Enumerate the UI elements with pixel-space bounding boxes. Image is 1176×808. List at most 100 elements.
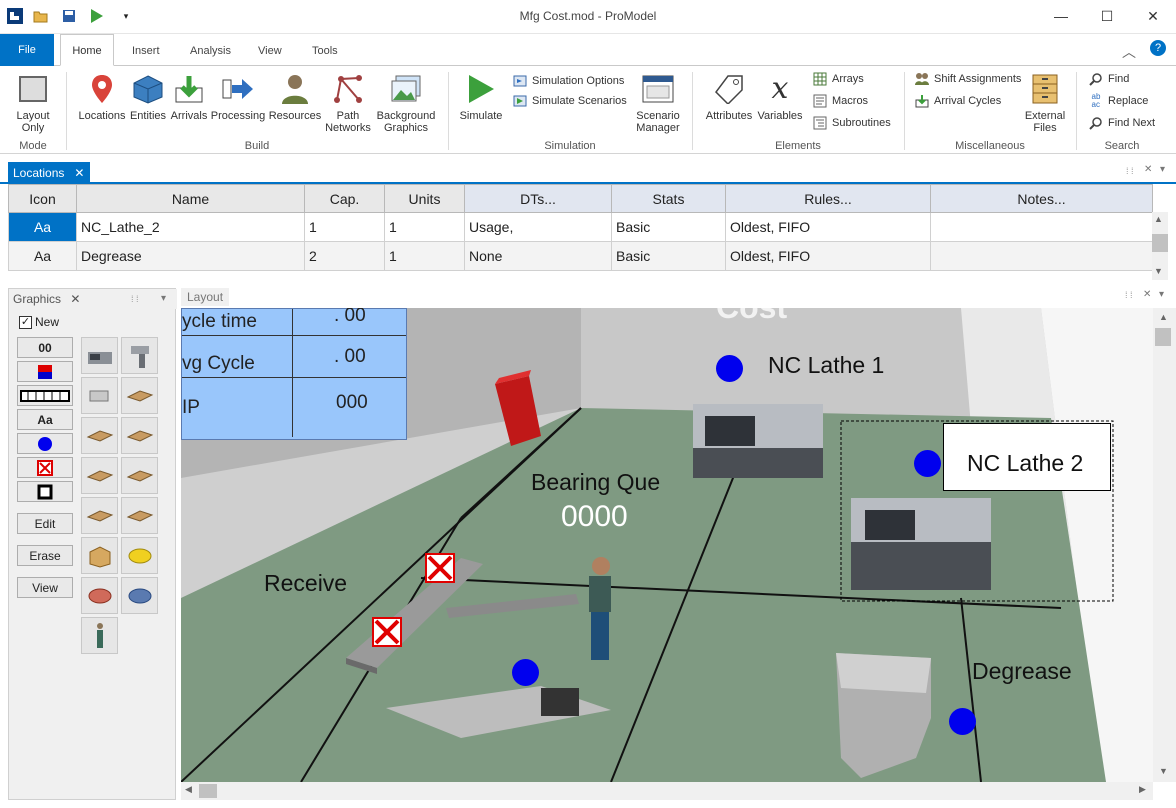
nc-lathe-2-label-box[interactable]: NC Lathe 2 <box>943 423 1111 491</box>
pallet-tile[interactable] <box>81 497 118 534</box>
parts-tile[interactable] <box>81 377 118 414</box>
scroll-up-icon[interactable]: ▲ <box>1154 214 1163 224</box>
tab-locations[interactable]: Locations ✕ <box>8 162 91 184</box>
view-button[interactable]: View <box>17 577 73 598</box>
attributes-button[interactable]: Attributes <box>702 72 756 122</box>
find-button[interactable]: Find <box>1088 70 1129 88</box>
entities-button[interactable]: Entities <box>128 72 168 122</box>
scroll-down-icon[interactable]: ▼ <box>1159 766 1168 776</box>
location-cap-cell[interactable]: 2 <box>304 241 385 271</box>
gear-tile[interactable] <box>121 577 158 614</box>
pallet-tile[interactable] <box>121 377 158 414</box>
location-dts-cell[interactable]: Usage, <box>464 212 612 242</box>
lathe-tile[interactable] <box>121 337 158 374</box>
tab-home[interactable]: Home <box>60 34 114 66</box>
column-header-icon[interactable]: Icon <box>8 184 77 213</box>
label-tool-button[interactable]: Aa <box>17 409 73 430</box>
receive-label[interactable]: Receive <box>264 570 347 597</box>
location-cap-cell[interactable]: 1 <box>304 212 385 242</box>
stats-panel[interactable]: ycle time . 00 vg Cycle . 00 IP 000 <box>181 308 407 440</box>
column-header-dts[interactable]: DTs... <box>464 184 612 213</box>
layout-only-button[interactable]: Layout Only <box>10 72 56 134</box>
pallet-tile[interactable] <box>121 457 158 494</box>
close-icon[interactable]: ✕ <box>74 162 84 184</box>
pallet-tile[interactable] <box>81 457 118 494</box>
location-icon-cell[interactable]: Aa <box>8 212 77 242</box>
table-scrollbar[interactable]: ▲ ▼ <box>1152 212 1168 280</box>
nc-lathe-1-label[interactable]: NC Lathe 1 <box>768 352 884 379</box>
close-icon[interactable]: ✕ <box>1144 164 1152 175</box>
degrease-label[interactable]: Degrease <box>972 658 1072 685</box>
location-name-cell[interactable]: Degrease <box>76 241 305 271</box>
simulate-scenarios-button[interactable]: Simulate Scenarios <box>512 92 627 110</box>
arrays-button[interactable]: Arrays <box>812 70 864 88</box>
table-row[interactable]: Aa Degrease 2 1 None Basic Oldest, FIFO <box>8 241 1153 271</box>
location-units-cell[interactable]: 1 <box>384 241 465 271</box>
location-units-cell[interactable]: 1 <box>384 212 465 242</box>
simulation-options-button[interactable]: Simulation Options <box>512 72 624 90</box>
gauge-tool-button[interactable] <box>17 361 73 382</box>
nc-lathe-2-status-light[interactable] <box>914 450 941 477</box>
close-icon[interactable]: ✕ <box>1130 0 1176 32</box>
tab-tools[interactable]: Tools <box>302 42 348 66</box>
help-icon[interactable]: ? <box>1150 40 1166 56</box>
layout-canvas[interactable]: Cost ycle time . 00 vg Cycle . 00 IP 000… <box>181 308 1153 782</box>
edit-button[interactable]: Edit <box>17 513 73 534</box>
pin-icon[interactable]: ⁞ ⁞ <box>1126 166 1134 176</box>
status-light-tool-button[interactable] <box>17 433 73 454</box>
erase-button[interactable]: Erase <box>17 545 73 566</box>
column-header-name[interactable]: Name <box>76 184 305 213</box>
minimize-icon[interactable]: — <box>1038 0 1084 32</box>
close-icon[interactable]: ✕ <box>1143 289 1151 300</box>
shift-assignments-button[interactable]: Shift Assignments <box>914 70 1021 88</box>
processing-button[interactable]: Processing <box>210 72 266 122</box>
pin-icon[interactable]: ⁞ ⁞ <box>131 289 139 309</box>
column-header-cap[interactable]: Cap. <box>304 184 385 213</box>
pallet-tile[interactable] <box>81 417 118 454</box>
location-dts-cell[interactable]: None <box>464 241 612 271</box>
counter-tool-button[interactable]: 00 <box>17 337 73 358</box>
chevron-down-icon[interactable]: ▾ <box>1160 164 1165 175</box>
arrival-cycles-button[interactable]: Arrival Cycles <box>914 92 1001 110</box>
close-icon[interactable]: ✕ <box>70 292 80 306</box>
region-tool-button[interactable] <box>17 481 73 502</box>
bearing-queue-label[interactable]: Bearing Que <box>531 469 660 496</box>
arrivals-button[interactable]: Arrivals <box>168 72 210 122</box>
layout-vertical-scrollbar[interactable]: ▲ ▼ <box>1153 308 1176 782</box>
gear-tile[interactable] <box>81 577 118 614</box>
layout-horizontal-scrollbar[interactable]: ◀ ▶ <box>181 782 1153 800</box>
column-header-rules[interactable]: Rules... <box>725 184 931 213</box>
resources-button[interactable]: Resources <box>268 72 322 122</box>
cnc-machine-tile[interactable] <box>81 337 118 374</box>
collapse-icon[interactable]: ︿ <box>1122 42 1136 62</box>
location-rules-cell[interactable]: Oldest, FIFO <box>725 241 931 271</box>
macros-button[interactable]: Macros <box>812 92 868 110</box>
simulate-button[interactable]: Simulate <box>456 72 506 122</box>
pin-icon[interactable]: ⁞ ⁞ <box>1125 290 1133 300</box>
receive-status-light[interactable] <box>512 659 539 686</box>
scroll-up-icon[interactable]: ▲ <box>1159 312 1168 322</box>
location-rules-cell[interactable]: Oldest, FIFO <box>725 212 931 242</box>
maximize-icon[interactable]: ☐ <box>1084 0 1130 32</box>
box-tile[interactable] <box>81 537 118 574</box>
tab-file[interactable]: File <box>0 34 54 66</box>
locations-button[interactable]: Locations <box>76 72 128 122</box>
pallet-tile[interactable] <box>121 497 158 534</box>
pallet-tile[interactable] <box>121 417 158 454</box>
gear-tile[interactable] <box>121 537 158 574</box>
scroll-right-icon[interactable]: ▶ <box>1139 784 1146 795</box>
nc-lathe-1-status-light[interactable] <box>716 355 743 382</box>
entity-spot-marker[interactable] <box>425 553 455 583</box>
scroll-thumb[interactable] <box>1155 328 1171 346</box>
degrease-status-light[interactable] <box>949 708 976 735</box>
scroll-left-icon[interactable]: ◀ <box>185 784 192 795</box>
background-graphics-button[interactable]: Background Graphics <box>374 72 438 134</box>
external-files-button[interactable]: External Files <box>1022 72 1068 134</box>
conveyor-tool-button[interactable] <box>17 385 73 406</box>
tab-analysis[interactable]: Analysis <box>180 42 241 66</box>
scenario-manager-button[interactable]: Scenario Manager <box>632 72 684 134</box>
replace-button[interactable]: ab ac Replace <box>1088 92 1149 110</box>
scroll-down-icon[interactable]: ▼ <box>1154 266 1163 276</box>
chevron-down-icon[interactable]: ▾ <box>1159 289 1164 300</box>
location-icon-cell[interactable]: Aa <box>8 241 77 271</box>
